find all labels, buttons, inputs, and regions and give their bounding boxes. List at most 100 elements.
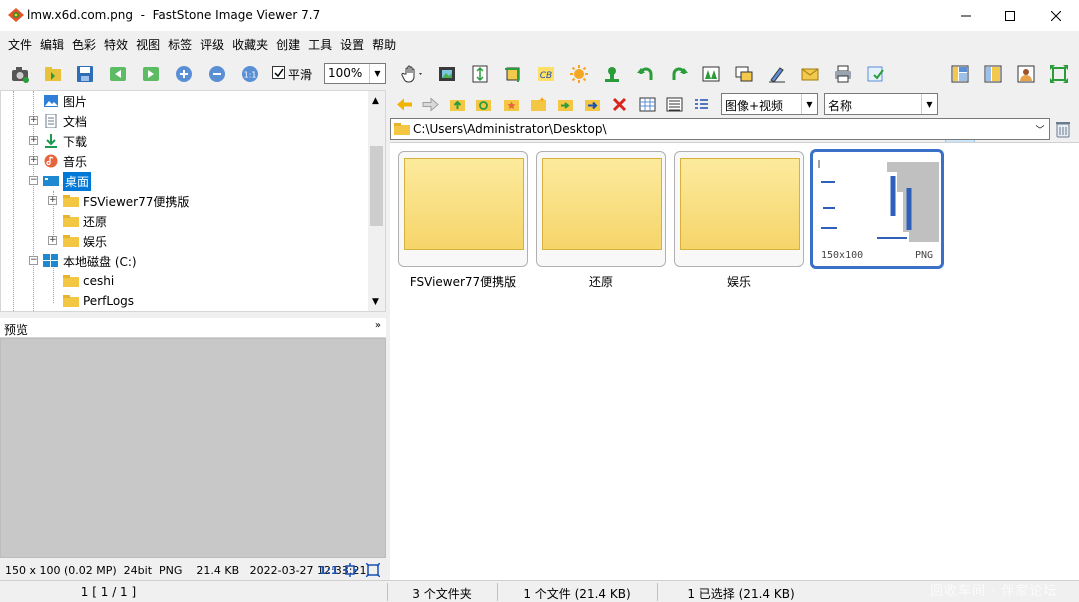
- view-details-button[interactable]: [690, 94, 712, 114]
- desktop-icon: [43, 176, 59, 186]
- expand-icon[interactable]: +: [29, 156, 38, 165]
- tree-item-downloads[interactable]: 下载: [43, 131, 87, 151]
- menu-favorites[interactable]: 收藏夹: [228, 33, 272, 55]
- collapse-preview-icon[interactable]: »: [375, 320, 381, 331]
- tree-item-label: 下载: [63, 134, 88, 149]
- email-button[interactable]: [797, 62, 823, 86]
- layout-preview-button[interactable]: [980, 62, 1006, 86]
- tree-scrollbar[interactable]: ▲ ▼: [368, 91, 385, 311]
- move-to-button[interactable]: [581, 94, 603, 114]
- menu-tools[interactable]: 工具: [304, 33, 336, 55]
- fullscreen-small-icon[interactable]: [366, 563, 380, 577]
- print-button[interactable]: [830, 62, 856, 86]
- tree-item-label: 文档: [63, 114, 88, 129]
- expand-icon[interactable]: +: [48, 236, 57, 245]
- scrollbar-thumb[interactable]: [370, 146, 383, 226]
- layout-thumbs-button[interactable]: [1013, 62, 1039, 86]
- expand-icon[interactable]: +: [29, 136, 38, 145]
- recycle-bin-button[interactable]: [1054, 119, 1072, 139]
- tree-item-label: PerfLogs: [83, 294, 135, 308]
- menu-tags[interactable]: 标签: [164, 33, 196, 55]
- tree-item-restore[interactable]: 还原: [63, 211, 107, 231]
- menu-create[interactable]: 创建: [272, 33, 304, 55]
- maximize-icon: [1005, 10, 1015, 21]
- sort-select[interactable]: 名称 ▼: [824, 93, 938, 115]
- tree-item-label: 图片: [63, 94, 88, 109]
- compare-button[interactable]: [731, 62, 757, 86]
- folder-icon: [63, 195, 79, 207]
- pen-icon: [769, 67, 785, 83]
- scroll-down-icon[interactable]: ▼: [372, 297, 379, 307]
- menu-rating[interactable]: 评级: [196, 33, 228, 55]
- chevron-down-icon: ▼: [921, 94, 937, 114]
- filter-select[interactable]: 图像+视频 ▼: [721, 93, 818, 115]
- menu-edit[interactable]: 编辑: [36, 33, 68, 55]
- rotate-left-button[interactable]: [633, 62, 659, 86]
- collapse-icon[interactable]: −: [29, 256, 38, 265]
- folder-icon: [63, 235, 79, 247]
- up-folder-button[interactable]: [446, 94, 468, 114]
- slideshow-button[interactable]: [434, 62, 460, 86]
- favorites-folder-button[interactable]: [500, 94, 522, 114]
- tree-item-local-disk[interactable]: 本地磁盘 (C:): [43, 251, 137, 271]
- menu-settings[interactable]: 设置: [336, 33, 368, 55]
- tree-item-ceshi[interactable]: ceshi: [63, 271, 114, 291]
- delete-button[interactable]: [608, 94, 630, 114]
- pan-tool-button[interactable]: [395, 62, 429, 86]
- thumbnail-folder-restore[interactable]: [536, 151, 666, 267]
- new-folder-button[interactable]: [527, 94, 549, 114]
- tree-item-documents[interactable]: 文档: [43, 111, 87, 131]
- tree-item-entertainment[interactable]: 娱乐: [63, 231, 107, 251]
- resize-button[interactable]: [467, 62, 493, 86]
- view-thumbnails-button[interactable]: [636, 94, 658, 114]
- copy-to-button[interactable]: [554, 94, 576, 114]
- brightness-button[interactable]: [566, 62, 592, 86]
- expand-icon[interactable]: +: [29, 116, 38, 125]
- scroll-up-icon[interactable]: ▲: [372, 96, 379, 106]
- grid-icon: [639, 97, 655, 111]
- collapse-icon[interactable]: −: [29, 176, 38, 185]
- close-button[interactable]: [1033, 0, 1079, 31]
- tree-item-music[interactable]: 音乐: [43, 151, 87, 171]
- layout-browser-button[interactable]: [947, 62, 973, 86]
- red-eye-button[interactable]: [599, 62, 625, 86]
- tree-item-desktop[interactable]: 桌面: [43, 171, 92, 191]
- ratio-label[interactable]: 1:1: [319, 564, 339, 577]
- image-preview-thumbnail: [817, 158, 939, 246]
- image-info-text: 150 x 100 (0.02 MP) 24bit PNG 21.4 KB 20…: [5, 564, 367, 577]
- thumbnail-image-selected[interactable]: 150x100 PNG: [810, 149, 944, 269]
- view-list-button[interactable]: [663, 94, 685, 114]
- sort-value: 名称: [828, 99, 853, 113]
- delete-icon: [612, 97, 626, 111]
- menu-colors[interactable]: 色彩: [68, 33, 100, 55]
- menu-effects[interactable]: 特效: [100, 33, 132, 55]
- color-balance-button[interactable]: CB: [533, 62, 559, 86]
- menu-view[interactable]: 视图: [132, 33, 164, 55]
- flip-button[interactable]: [698, 62, 724, 86]
- tree-item-perflogs[interactable]: PerfLogs: [63, 291, 134, 311]
- rotate-right-button[interactable]: [666, 62, 692, 86]
- copy-to-icon: [557, 99, 573, 111]
- expand-icon[interactable]: +: [48, 196, 57, 205]
- maximize-button[interactable]: [987, 0, 1033, 31]
- thumbnail-folder-entertainment[interactable]: [674, 151, 804, 267]
- image-info-bar: 150 x 100 (0.02 MP) 24bit PNG 21.4 KB 20…: [0, 560, 386, 580]
- forward-button[interactable]: [419, 94, 441, 114]
- minimize-button[interactable]: [943, 0, 989, 31]
- path-combobox[interactable]: C:\Users\Administrator\Desktop\ ﹀: [390, 118, 1050, 140]
- crop-button[interactable]: [500, 62, 526, 86]
- thumbnail-folder-fsviewer[interactable]: [398, 151, 528, 267]
- fit-window-icon[interactable]: [343, 563, 357, 577]
- tree-item-pictures[interactable]: 图片: [43, 91, 87, 111]
- menu-help[interactable]: 帮助: [368, 33, 400, 55]
- refresh-button[interactable]: [472, 94, 494, 114]
- arrow-forward-icon: [422, 96, 439, 112]
- draw-button[interactable]: [764, 62, 790, 86]
- filter-value: 图像+视频: [725, 99, 784, 113]
- fullscreen-button[interactable]: [1046, 62, 1072, 86]
- tree-item-fsviewer[interactable]: FSViewer77便携版: [63, 191, 189, 211]
- batch-button[interactable]: [863, 62, 889, 86]
- back-button[interactable]: [393, 94, 415, 114]
- menu-file[interactable]: 文件: [4, 33, 36, 55]
- status-folders: 3 个文件夹: [412, 587, 472, 601]
